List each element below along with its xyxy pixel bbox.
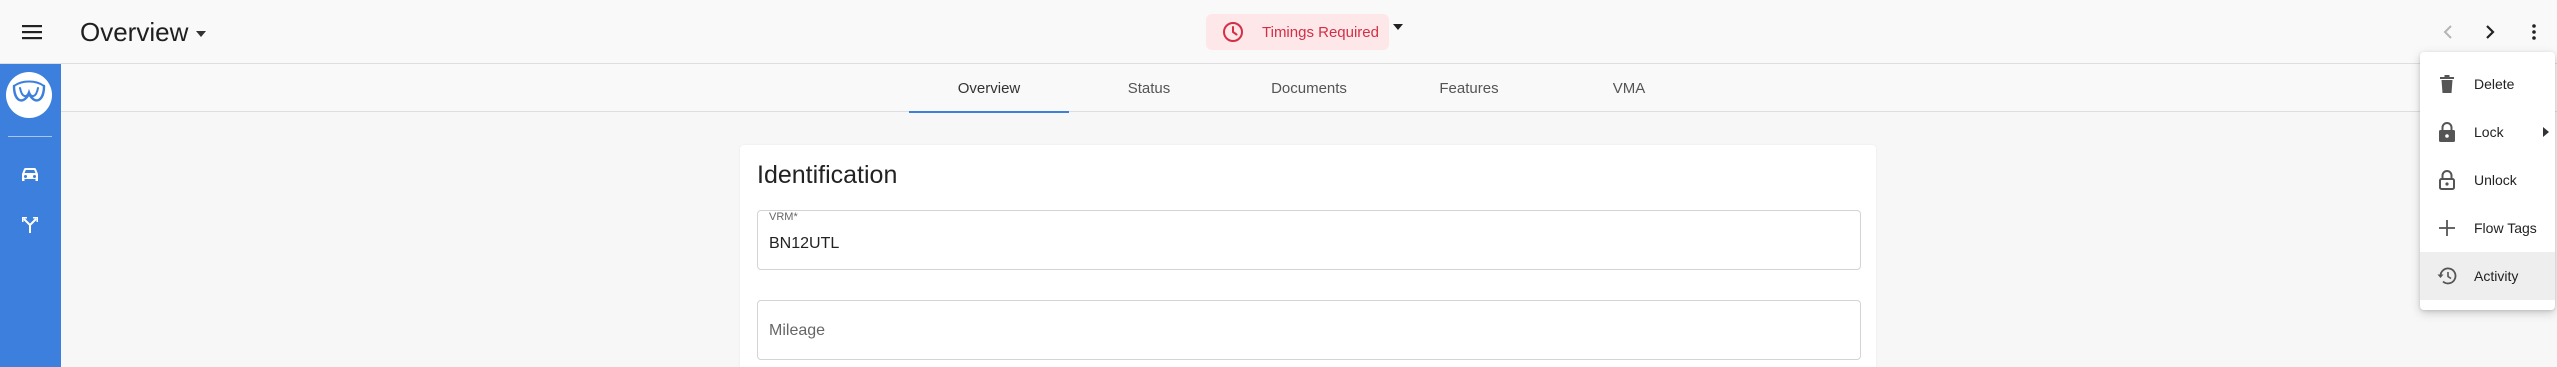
tab-overview[interactable]: Overview [909,64,1069,113]
caret-down-icon [196,31,207,37]
card-title: Identification [757,161,898,189]
plus-icon [2436,217,2458,239]
menu-item-label: Lock [2474,124,2504,140]
page-title-dropdown[interactable]: Overview [80,14,207,50]
timings-required-chip[interactable]: Timings Required [1206,14,1389,50]
identification-card: Identification VRM* BN12UTL [740,145,1876,367]
vrm-field[interactable]: VRM* BN12UTL [757,210,1861,270]
tab-status[interactable]: Status [1069,64,1229,112]
menu-item-lock[interactable]: Lock [2420,108,2555,156]
menu-item-label: Flow Tags [2474,220,2537,236]
more-options-kebab-icon[interactable] [2520,18,2548,46]
menu-item-label: Unlock [2474,172,2517,188]
menu-item-activity[interactable]: Activity [2420,252,2555,300]
trash-icon [2436,73,2458,95]
record-tabs: Overview Status Documents Features VMA [61,64,2557,113]
left-navigation-rail [0,64,61,367]
hamburger-menu-icon[interactable] [14,14,50,50]
menu-item-delete[interactable]: Delete [2420,60,2555,108]
tab-vma[interactable]: VMA [1549,64,1709,112]
tab-documents[interactable]: Documents [1229,64,1389,112]
car-icon[interactable] [16,161,44,189]
clock-icon [1223,22,1243,42]
next-record-chevron-right-icon[interactable] [2476,18,2504,46]
mileage-input[interactable] [769,319,1849,343]
vrm-field-label: VRM* [769,211,798,223]
timings-caret-down-icon[interactable] [1393,24,1403,30]
rail-divider [8,136,52,137]
top-app-bar: Overview Timings Required [0,0,2557,64]
flow-icon[interactable] [16,211,44,239]
options-menu: Delete Lock Unlock Flow Tags Activity [2420,52,2555,310]
menu-item-flow-tags[interactable]: Flow Tags [2420,204,2555,252]
lock-icon [2436,121,2458,143]
brand-logo[interactable] [6,72,52,118]
vrm-field-value[interactable]: BN12UTL [769,235,1849,253]
mileage-field[interactable] [757,300,1861,360]
timings-status-label: Timings Required [1262,23,1379,41]
menu-item-label: Delete [2474,76,2515,92]
history-icon [2436,265,2458,287]
app-window: Overview Timings Required Overview Statu… [0,0,2557,367]
brand-logo-mark [12,80,46,102]
menu-item-unlock[interactable]: Unlock [2420,156,2555,204]
submenu-arrow-icon [2543,127,2549,137]
unlock-icon [2436,169,2458,191]
menu-item-label: Activity [2474,268,2519,284]
page-title: Overview [80,16,189,47]
tab-features[interactable]: Features [1389,64,1549,112]
previous-record-chevron-left-icon[interactable] [2434,18,2462,46]
